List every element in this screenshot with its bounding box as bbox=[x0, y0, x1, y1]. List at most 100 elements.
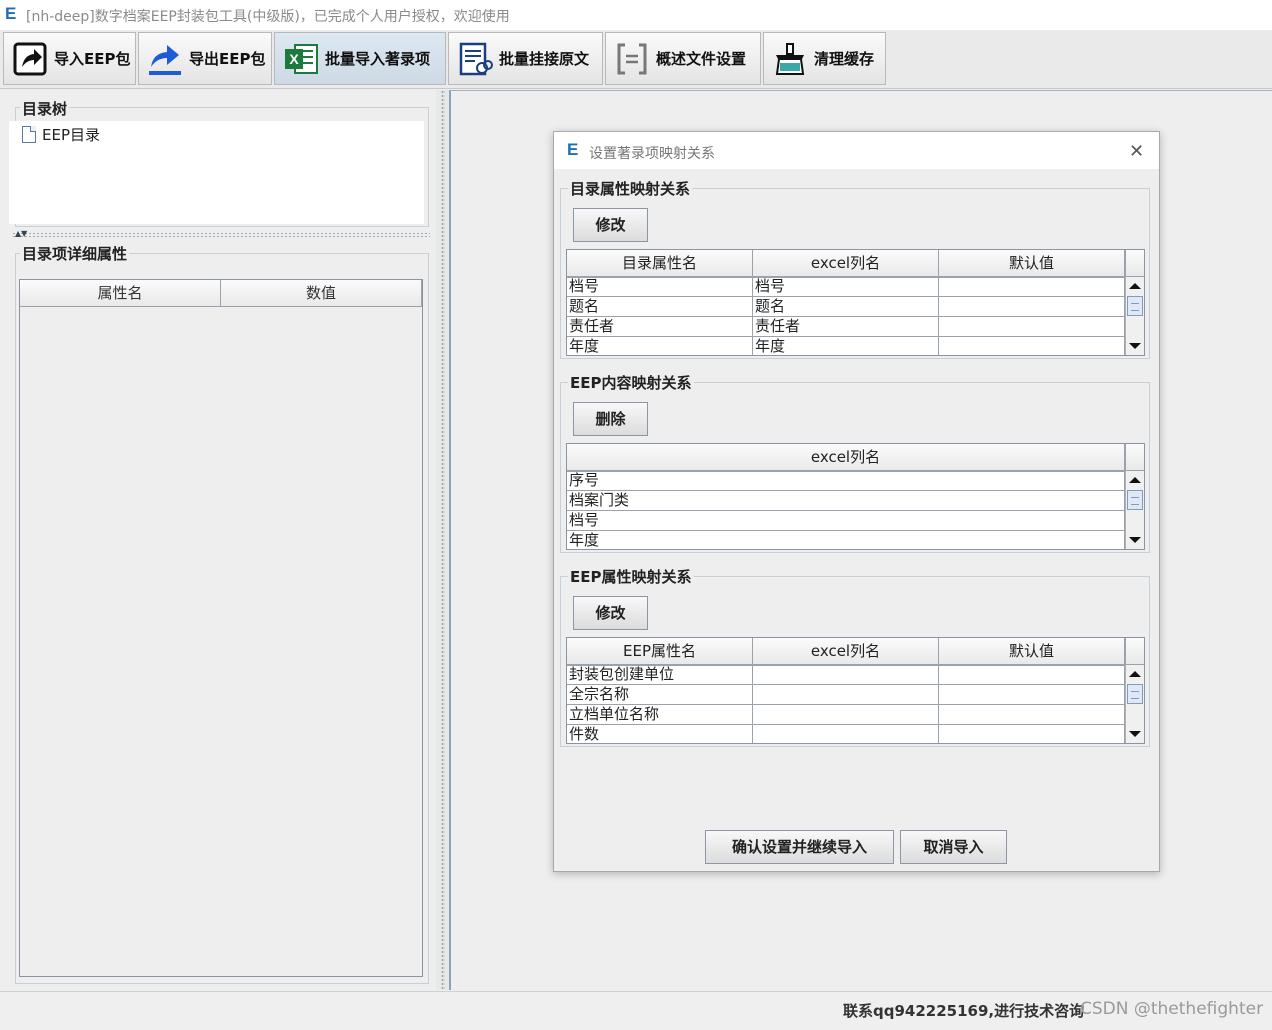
table-cell[interactable]: 序号 bbox=[567, 471, 1125, 491]
scroll-down-icon[interactable] bbox=[1129, 537, 1141, 543]
table-corner bbox=[1125, 638, 1144, 665]
batch-import-entries-label: 批量导入著录项 bbox=[325, 50, 431, 68]
content-mapping-table[interactable]: excel列名 序号 档案门类 档号 年度 bbox=[566, 443, 1145, 550]
table-cell[interactable]: 责任者 bbox=[753, 317, 939, 337]
table-cell[interactable]: 档号 bbox=[753, 277, 939, 297]
export-eep-label: 导出EEP包 bbox=[189, 50, 266, 68]
clear-cache-label: 清理缓存 bbox=[814, 50, 875, 68]
scroll-up-icon[interactable] bbox=[1129, 477, 1141, 483]
vertical-splitter[interactable] bbox=[436, 90, 450, 990]
column-header-excel[interactable]: excel列名 bbox=[567, 444, 1125, 471]
bracket-doc-icon bbox=[617, 43, 647, 74]
overview-file-settings-label: 概述文件设置 bbox=[656, 50, 747, 68]
table-cell[interactable] bbox=[939, 277, 1125, 297]
eep-attr-mapping-table[interactable]: EEP属性名 excel列名 默认值 封装包创建单位 全宗名称 立档单位名称 件… bbox=[566, 637, 1145, 744]
table-cell[interactable] bbox=[753, 685, 939, 705]
import-eep-button[interactable]: 导入EEP包 bbox=[3, 32, 136, 85]
mapping-dialog: E 设置著录项映射关系 ✕ 目录属性映射关系 修改 目录属性名 excel列名 … bbox=[553, 131, 1160, 872]
import-icon bbox=[13, 42, 47, 75]
table-cell[interactable] bbox=[753, 705, 939, 725]
vertical-scrollbar[interactable] bbox=[1125, 665, 1144, 743]
tree-title: 目录树 bbox=[20, 98, 70, 119]
attach-doc-icon bbox=[459, 42, 493, 75]
table-cell[interactable] bbox=[753, 665, 939, 685]
svg-text:X: X bbox=[289, 51, 299, 67]
export-eep-button[interactable]: 导出EEP包 bbox=[138, 32, 272, 85]
scroll-thumb[interactable] bbox=[1127, 296, 1143, 316]
table-cell[interactable]: 责任者 bbox=[567, 317, 753, 337]
column-header-excel[interactable]: excel列名 bbox=[753, 250, 939, 277]
status-text: 联系qq942225169,进行技术咨询 bbox=[843, 1002, 1085, 1020]
detail-title: 目录项详细属性 bbox=[20, 243, 130, 264]
clear-cache-button[interactable]: 清理缓存 bbox=[763, 32, 886, 85]
catalog-mapping-table[interactable]: 目录属性名 excel列名 默认值 档号 档号 题名 题名 责任者 责任者 年度… bbox=[566, 249, 1145, 356]
column-header-value[interactable]: 数值 bbox=[221, 280, 422, 307]
tree-item-label: EEP目录 bbox=[42, 126, 101, 144]
scroll-up-icon[interactable] bbox=[1129, 283, 1141, 289]
table-cell[interactable]: 档案门类 bbox=[567, 491, 1125, 511]
vertical-scrollbar[interactable] bbox=[1125, 277, 1144, 355]
table-corner bbox=[1125, 250, 1144, 277]
cancel-import-button[interactable]: 取消导入 bbox=[900, 830, 1007, 864]
table-cell[interactable] bbox=[939, 317, 1125, 337]
batch-attach-original-button[interactable]: 批量挂接原文 bbox=[448, 32, 603, 85]
collapse-arrows-icon[interactable]: ▲▼ bbox=[15, 229, 27, 238]
table-cell[interactable]: 年度 bbox=[567, 337, 753, 355]
tree-item-eep[interactable]: EEP目录 bbox=[22, 124, 100, 145]
property-table[interactable]: 属性名 数值 bbox=[19, 279, 423, 977]
column-header-eep-attr[interactable]: EEP属性名 bbox=[567, 638, 753, 665]
table-cell[interactable]: 档号 bbox=[567, 277, 753, 297]
table-cell[interactable]: 年度 bbox=[753, 337, 939, 355]
app-logo: E bbox=[5, 4, 17, 23]
table-cell[interactable]: 封装包创建单位 bbox=[567, 665, 753, 685]
vertical-scrollbar[interactable] bbox=[1125, 471, 1144, 549]
close-icon[interactable]: ✕ bbox=[1129, 141, 1144, 162]
table-cell[interactable]: 档号 bbox=[567, 511, 1125, 531]
horizontal-splitter[interactable] bbox=[12, 232, 430, 238]
toolbar: 导入EEP包 导出EEP包 X 批量导入著录项 批量挂接原文 概述文件设置 清理… bbox=[0, 30, 1272, 89]
import-eep-label: 导入EEP包 bbox=[54, 50, 131, 68]
scroll-thumb[interactable] bbox=[1127, 684, 1143, 704]
dialog-title: 设置著录项映射关系 bbox=[589, 146, 715, 162]
watermark: CSDN @thethefighter bbox=[1080, 999, 1264, 1019]
table-corner bbox=[1125, 444, 1144, 471]
column-header-default[interactable]: 默认值 bbox=[939, 250, 1125, 277]
excel-icon: X bbox=[285, 43, 318, 74]
table-cell[interactable] bbox=[939, 665, 1125, 685]
document-icon bbox=[22, 126, 36, 143]
confirm-continue-import-button[interactable]: 确认设置并继续导入 bbox=[705, 830, 894, 864]
table-cell[interactable] bbox=[939, 337, 1125, 355]
table-cell[interactable]: 年度 bbox=[567, 531, 1125, 549]
scroll-down-icon[interactable] bbox=[1129, 731, 1141, 737]
catalog-mapping-title: 目录属性映射关系 bbox=[568, 178, 693, 199]
table-cell[interactable] bbox=[939, 705, 1125, 725]
batch-attach-original-label: 批量挂接原文 bbox=[499, 50, 590, 68]
dialog-logo: E bbox=[567, 140, 579, 159]
column-header-default[interactable]: 默认值 bbox=[939, 638, 1125, 665]
export-icon bbox=[149, 44, 181, 75]
table-cell[interactable]: 全宗名称 bbox=[567, 685, 753, 705]
eep-attr-modify-button[interactable]: 修改 bbox=[573, 596, 648, 630]
table-cell[interactable]: 题名 bbox=[753, 297, 939, 317]
content-delete-button[interactable]: 删除 bbox=[573, 402, 648, 436]
catalog-modify-button[interactable]: 修改 bbox=[573, 208, 648, 242]
table-cell[interactable] bbox=[939, 725, 1125, 743]
column-header-name[interactable]: 属性名 bbox=[20, 280, 221, 307]
table-cell[interactable] bbox=[939, 685, 1125, 705]
column-header-catalog-attr[interactable]: 目录属性名 bbox=[567, 250, 753, 277]
splitter-grip bbox=[441, 90, 445, 990]
window-titlebar: E [nh-deep]数字档案EEP封装包工具(中级版)，已完成个人用户授权，欢… bbox=[0, 0, 1272, 30]
broom-icon bbox=[775, 42, 805, 75]
scroll-thumb[interactable] bbox=[1127, 490, 1143, 510]
content-mapping-title: EEP内容映射关系 bbox=[568, 372, 694, 393]
table-cell[interactable]: 题名 bbox=[567, 297, 753, 317]
table-cell[interactable]: 件数 bbox=[567, 725, 753, 743]
column-header-excel[interactable]: excel列名 bbox=[753, 638, 939, 665]
batch-import-entries-button[interactable]: X 批量导入著录项 bbox=[274, 32, 446, 85]
scroll-up-icon[interactable] bbox=[1129, 671, 1141, 677]
table-cell[interactable] bbox=[939, 297, 1125, 317]
scroll-down-icon[interactable] bbox=[1129, 343, 1141, 349]
overview-file-settings-button[interactable]: 概述文件设置 bbox=[605, 32, 761, 85]
table-cell[interactable] bbox=[753, 725, 939, 743]
table-cell[interactable]: 立档单位名称 bbox=[567, 705, 753, 725]
